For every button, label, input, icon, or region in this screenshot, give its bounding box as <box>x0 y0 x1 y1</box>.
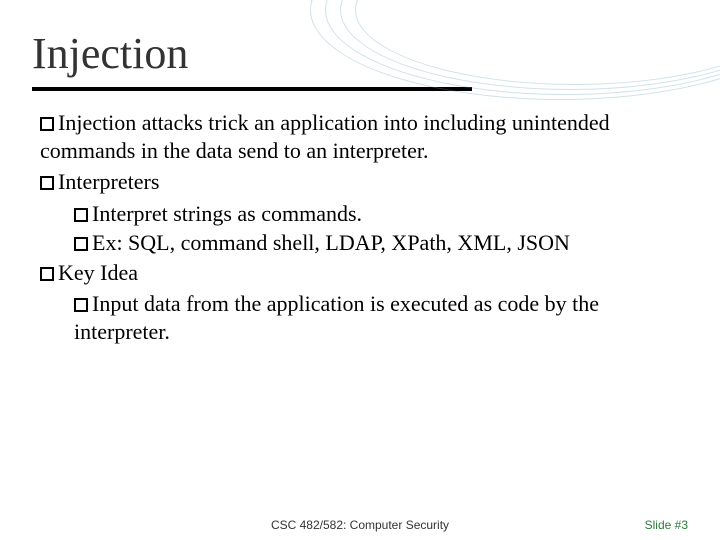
bullet-text: Injection attacks trick an application i… <box>40 110 610 163</box>
square-bullet-icon <box>40 267 54 281</box>
square-bullet-icon <box>40 117 54 131</box>
bullet-text: Key Idea <box>58 260 138 285</box>
slide-title: Injection <box>0 0 720 87</box>
slide-content: Injection attacks trick an application i… <box>0 109 720 345</box>
bullet-text: Input data from the application is execu… <box>74 291 599 344</box>
square-bullet-icon <box>74 298 88 312</box>
bullet-text: Ex: SQL, command shell, LDAP, XPath, XML… <box>92 230 570 255</box>
square-bullet-icon <box>74 208 88 222</box>
bullet-text: Interpreters <box>58 169 159 194</box>
bullet-key-idea: Key Idea <box>36 259 684 287</box>
footer-slide-number: Slide #3 <box>645 518 688 532</box>
bullet-examples: Ex: SQL, command shell, LDAP, XPath, XML… <box>36 229 684 257</box>
footer-course: CSC 482/582: Computer Security <box>271 518 449 532</box>
square-bullet-icon <box>74 237 88 251</box>
bullet-key-idea-detail: Input data from the application is execu… <box>36 290 684 345</box>
bullet-injection-def: Injection attacks trick an application i… <box>36 109 684 164</box>
bullet-interpreters: Interpreters <box>36 168 684 196</box>
square-bullet-icon <box>40 176 54 190</box>
bullet-text: Interpret strings as commands. <box>92 201 362 226</box>
bullet-interpret-strings: Interpret strings as commands. <box>36 200 684 228</box>
title-underline <box>32 87 472 91</box>
